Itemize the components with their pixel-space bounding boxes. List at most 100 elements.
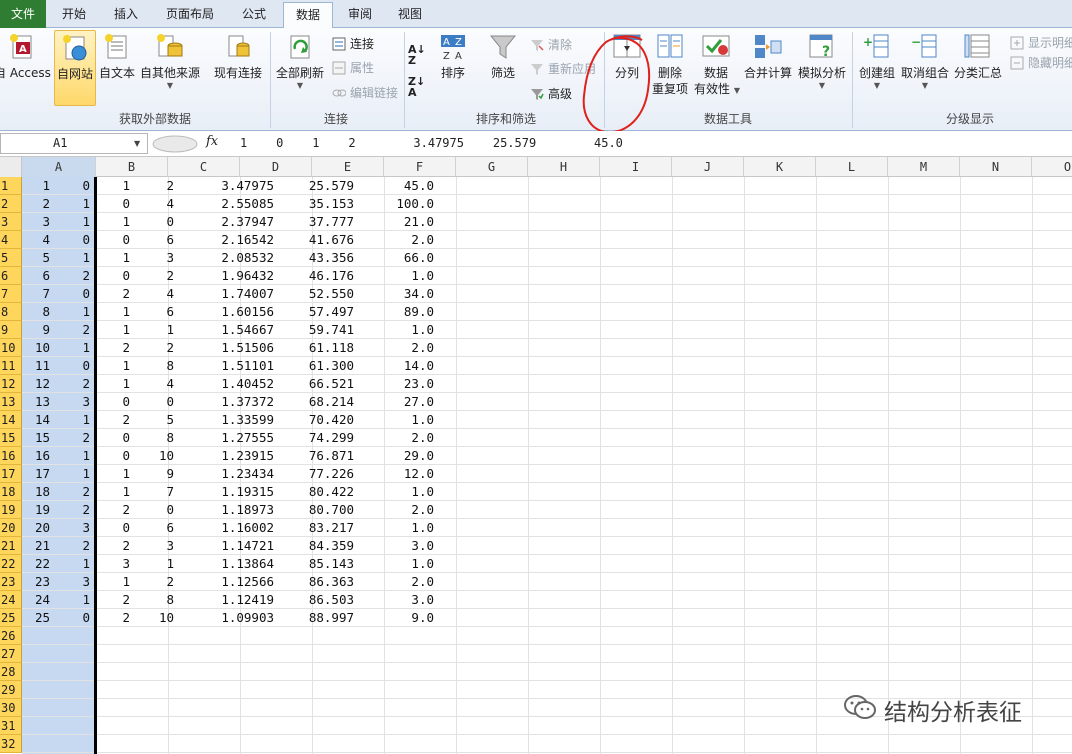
edit-links-button[interactable]: 编辑链接 — [330, 84, 398, 102]
cell-value[interactable]: 5 — [130, 411, 174, 429]
cell-value[interactable]: 3 — [54, 393, 90, 411]
cell-value[interactable]: 35.153 — [276, 195, 354, 213]
cell-value[interactable]: 1.19315 — [176, 483, 274, 501]
cell-value[interactable]: 6 — [130, 231, 174, 249]
row-header[interactable]: 1 — [0, 177, 22, 195]
column-header-m[interactable]: M — [888, 157, 960, 177]
column-header-j[interactable]: J — [672, 157, 744, 177]
cell-value[interactable]: 3.0 — [356, 591, 434, 609]
cell-value[interactable]: 24 — [22, 591, 50, 609]
cell-value[interactable]: 1.51101 — [176, 357, 274, 375]
cell-value[interactable]: 1.60156 — [176, 303, 274, 321]
row-header[interactable]: 5 — [0, 249, 22, 267]
cell-value[interactable]: 12 — [22, 375, 50, 393]
row-header[interactable]: 23 — [0, 573, 22, 591]
from-other-sources-button[interactable]: 自其他来源 ▼ — [139, 32, 201, 106]
cell-value[interactable]: 5 — [22, 249, 50, 267]
row-header[interactable]: 15 — [0, 429, 22, 447]
column-header-e[interactable]: E — [312, 157, 384, 177]
column-header-g[interactable]: G — [456, 157, 528, 177]
cell-value[interactable]: 2.08532 — [176, 249, 274, 267]
cell-value[interactable]: 0 — [130, 213, 174, 231]
cell-value[interactable]: 77.226 — [276, 465, 354, 483]
cell-value[interactable]: 2 — [130, 573, 174, 591]
row-header[interactable]: 29 — [0, 681, 22, 699]
column-header-c[interactable]: C — [168, 157, 240, 177]
group-button[interactable]: + 创建组 ▼ — [856, 32, 898, 106]
column-header-h[interactable]: H — [528, 157, 600, 177]
tab-view[interactable]: 视图 — [386, 2, 434, 28]
cell-value[interactable]: 1.37372 — [176, 393, 274, 411]
show-detail-button[interactable]: 显示明细 — [1008, 34, 1072, 52]
cell-value[interactable]: 34.0 — [356, 285, 434, 303]
cell-value[interactable]: 23.0 — [356, 375, 434, 393]
cell-value[interactable]: 70.420 — [276, 411, 354, 429]
cell-value[interactable]: 10 — [130, 447, 174, 465]
tab-insert[interactable]: 插入 — [102, 2, 150, 28]
cell-value[interactable]: 0 — [54, 177, 90, 195]
cell-value[interactable]: 1.0 — [356, 411, 434, 429]
cell-value[interactable]: 9.0 — [356, 609, 434, 627]
advanced-filter-button[interactable]: 高级 — [528, 85, 572, 103]
cell-value[interactable]: 6 — [130, 519, 174, 537]
cell-value[interactable]: 2.0 — [356, 501, 434, 519]
cell-value[interactable]: 2 — [130, 267, 174, 285]
cell-value[interactable]: 80.422 — [276, 483, 354, 501]
cell-value[interactable]: 2 — [54, 483, 90, 501]
cell-value[interactable]: 0 — [96, 195, 130, 213]
cell-value[interactable]: 86.503 — [276, 591, 354, 609]
column-header-n[interactable]: N — [960, 157, 1032, 177]
cell-value[interactable]: 1 — [54, 447, 90, 465]
row-header[interactable]: 16 — [0, 447, 22, 465]
cell-value[interactable]: 1 — [130, 555, 174, 573]
cell-value[interactable]: 2 — [96, 537, 130, 555]
cell-value[interactable]: 1.27555 — [176, 429, 274, 447]
cell-value[interactable]: 8 — [130, 357, 174, 375]
cell-value[interactable]: 1.0 — [356, 483, 434, 501]
cell-value[interactable]: 16 — [22, 447, 50, 465]
ungroup-button[interactable]: − 取消组合 ▼ — [900, 32, 950, 106]
cell-value[interactable]: 2 — [54, 375, 90, 393]
cell-value[interactable]: 57.497 — [276, 303, 354, 321]
cell-value[interactable]: 6 — [22, 267, 50, 285]
cell-value[interactable]: 7 — [130, 483, 174, 501]
cell-value[interactable]: 25.579 — [276, 177, 354, 195]
cell-value[interactable]: 1.0 — [356, 321, 434, 339]
chevron-down-icon[interactable]: ▼ — [134, 139, 140, 148]
cell-value[interactable]: 1 — [130, 321, 174, 339]
cell-value[interactable]: 1.0 — [356, 267, 434, 285]
cell-value[interactable]: 1.51506 — [176, 339, 274, 357]
cell-value[interactable]: 0 — [96, 519, 130, 537]
cell-value[interactable]: 14.0 — [356, 357, 434, 375]
connections-button[interactable]: 连接 — [330, 35, 374, 53]
cell-value[interactable]: 2.37947 — [176, 213, 274, 231]
cell-value[interactable]: 88.997 — [276, 609, 354, 627]
cell-value[interactable]: 4 — [130, 285, 174, 303]
cell-value[interactable]: 3 — [54, 519, 90, 537]
cell-value[interactable]: 2.0 — [356, 429, 434, 447]
cell-value[interactable]: 23 — [22, 573, 50, 591]
cell-value[interactable]: 3.47975 — [176, 177, 274, 195]
row-header[interactable]: 12 — [0, 375, 22, 393]
formula-input[interactable]: 1 0 1 2 3.47975 25.579 45.0 — [240, 136, 623, 150]
cell-value[interactable]: 2 — [54, 429, 90, 447]
cell-value[interactable]: 66.0 — [356, 249, 434, 267]
row-header[interactable]: 3 — [0, 213, 22, 231]
column-header-k[interactable]: K — [744, 157, 816, 177]
formula-bar-splitter-icon[interactable] — [152, 135, 198, 153]
row-header[interactable]: 22 — [0, 555, 22, 573]
cell-value[interactable]: 1 — [96, 303, 130, 321]
cell-value[interactable]: 11 — [22, 357, 50, 375]
cell-value[interactable]: 68.214 — [276, 393, 354, 411]
row-header[interactable]: 6 — [0, 267, 22, 285]
cell-value[interactable]: 0 — [54, 609, 90, 627]
cell-value[interactable]: 1.23434 — [176, 465, 274, 483]
cell-value[interactable]: 25 — [22, 609, 50, 627]
row-header[interactable]: 13 — [0, 393, 22, 411]
row-header[interactable]: 19 — [0, 501, 22, 519]
cell-value[interactable]: 74.299 — [276, 429, 354, 447]
tab-home[interactable]: 开始 — [50, 2, 98, 28]
row-header[interactable]: 24 — [0, 591, 22, 609]
cell-value[interactable]: 21 — [22, 537, 50, 555]
cell-value[interactable]: 0 — [54, 285, 90, 303]
